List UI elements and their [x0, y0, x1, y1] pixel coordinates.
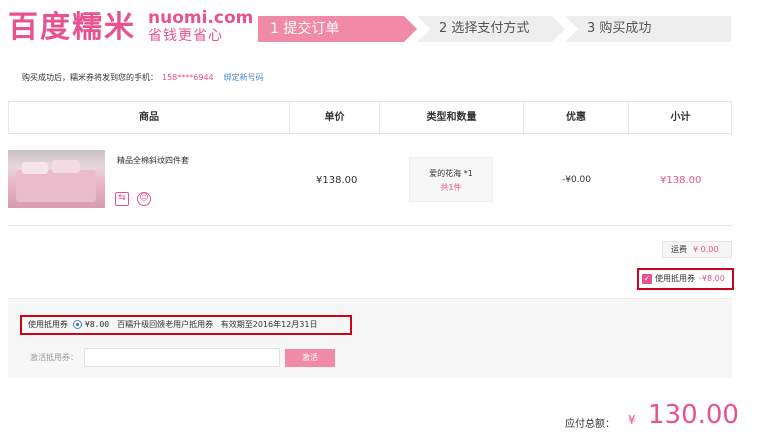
- coupon-option[interactable]: 使用抵用券 ¥8.00 百糯升级回馈老用户抵用券 有效期至2016年12月31日: [20, 315, 352, 335]
- shipping-label: 运费: [671, 245, 687, 254]
- use-coupon-label: 使用抵用券: [655, 274, 695, 283]
- shipping-value: ¥ 0.00: [693, 245, 719, 254]
- checkbox-checked-icon[interactable]: ✓: [642, 273, 652, 284]
- phone-number: 158****6944: [162, 73, 214, 82]
- activate-coupon-input[interactable]: [84, 348, 280, 367]
- coupon-label: 使用抵用券: [28, 320, 68, 329]
- unit-price: ¥138.00: [316, 175, 358, 186]
- coupon-radio[interactable]: [73, 320, 82, 329]
- bind-phone-link[interactable]: 绑定新号码: [224, 73, 264, 82]
- total-label: 应付总额：: [565, 419, 615, 430]
- step-label: 2 选择支付方式: [439, 21, 530, 36]
- table-header: 商品 单价 类型和数量 优惠 小计: [8, 101, 732, 134]
- notice-text: 购买成功后，糯米券将发到您的手机：: [22, 73, 158, 82]
- step-arrow: [552, 16, 565, 42]
- step-notch: [565, 16, 578, 42]
- smile-icon: ☺: [137, 192, 151, 206]
- logo-domain: nuomi.com: [148, 8, 254, 28]
- step-arrow: [404, 16, 417, 42]
- discount-value: -¥0.00: [562, 175, 592, 185]
- product-name[interactable]: 精品全棉斜纹四件套: [117, 155, 189, 166]
- pillow-shape: [52, 160, 80, 173]
- header-discount: 优惠: [566, 112, 586, 123]
- step-label: 3 购买成功: [587, 21, 652, 36]
- activate-button[interactable]: 激活: [285, 349, 335, 367]
- step-select-payment: 2 选择支付方式: [417, 16, 565, 42]
- step-label: 1 提交订单: [270, 21, 340, 37]
- activate-coupon-label: 激活抵用券：: [30, 353, 78, 362]
- use-coupon-toggle[interactable]: ✓ 使用抵用券 -¥8.00: [637, 268, 734, 290]
- logo-sub: nuomi.com 省钱更省心: [148, 8, 253, 45]
- coupon-desc: 百糯升级回馈老用户抵用券: [117, 320, 214, 329]
- refund-icon: ⇆: [115, 192, 129, 206]
- coupon-amount: ¥8.00: [85, 320, 110, 329]
- table-row: [8, 134, 732, 226]
- header-price: 单价: [324, 112, 345, 123]
- coupon-expiry: 有效期至2016年12月31日: [220, 320, 318, 329]
- step-submit-order: 1 提交订单: [258, 16, 417, 42]
- step-notch: [417, 16, 430, 42]
- type-quantity-box: 爱的花海 *1 共1件: [409, 157, 493, 202]
- shipping-fee: 运费 ¥ 0.00: [662, 241, 732, 258]
- bed-shape: [16, 170, 96, 202]
- subtotal-value: ¥138.00: [660, 175, 702, 186]
- header-type-qty: 类型和数量: [426, 112, 477, 123]
- type-count: 共1件: [440, 183, 462, 192]
- phone-notice: 购买成功后，糯米券将发到您的手机： 158****6944 绑定新号码: [22, 72, 264, 83]
- logo-slogan: 省钱更省心: [148, 28, 223, 44]
- use-coupon-value: -¥8.00: [699, 274, 725, 283]
- pillow-shape: [22, 162, 48, 174]
- total-currency: ¥: [628, 413, 636, 427]
- header-subtotal: 小计: [670, 112, 691, 123]
- product-image[interactable]: [8, 150, 105, 208]
- header-product: 商品: [139, 112, 159, 123]
- logo-text[interactable]: 百度糯米: [8, 8, 136, 48]
- step-purchase-success: 3 购买成功: [565, 16, 731, 42]
- total-amount: 130.00: [648, 400, 739, 430]
- type-name: 爱的花海 *1: [429, 169, 473, 178]
